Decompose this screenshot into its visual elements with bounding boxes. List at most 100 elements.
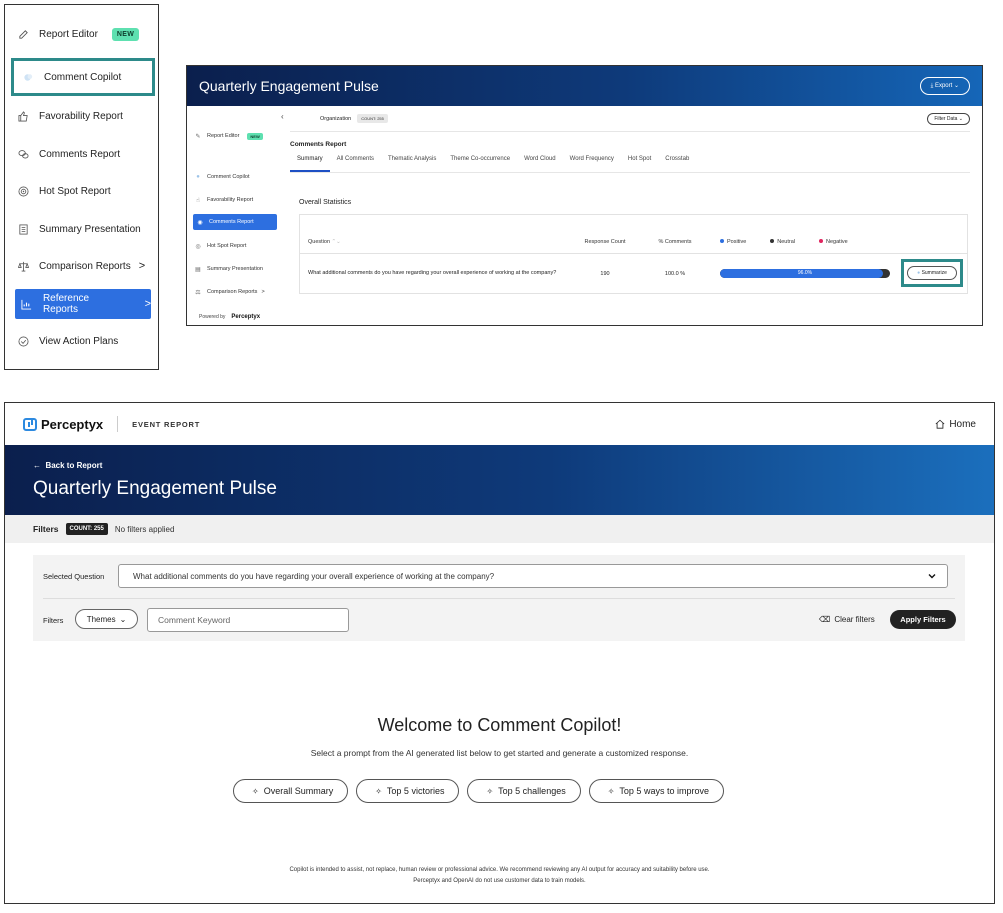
prompt-overall-summary[interactable]: ✧ Overall Summary bbox=[233, 779, 349, 803]
sidebar-item-report-editor[interactable]: ✎ Report Editor NEW bbox=[193, 128, 277, 144]
neutral-dot-icon bbox=[770, 239, 775, 243]
menu-item-comparison-reports[interactable]: Comparison Reports > bbox=[15, 251, 151, 281]
new-badge: NEW bbox=[247, 132, 263, 140]
sidebar-item-comparison-reports[interactable]: ⚖ Comparison Reports > bbox=[193, 284, 277, 300]
filters-label: Filters bbox=[43, 616, 64, 625]
table-row: What additional comments do you have reg… bbox=[300, 253, 967, 293]
applied-filters-bar: Filters COUNT: 255 No filters applied bbox=[5, 515, 994, 543]
themes-dropdown[interactable]: Themes ⌄ bbox=[75, 609, 138, 629]
summarize-button[interactable]: ● Summarize bbox=[907, 266, 957, 280]
positive-dot-icon bbox=[720, 239, 724, 243]
tab-word-frequency[interactable]: Word Frequency bbox=[563, 156, 621, 172]
document-icon bbox=[15, 224, 31, 235]
chevron-right-icon: > bbox=[138, 260, 146, 272]
column-response-count[interactable]: Response Count bbox=[570, 239, 640, 245]
back-to-report-link[interactable]: ← Back to Report bbox=[33, 461, 966, 470]
new-badge: NEW bbox=[111, 27, 140, 41]
clear-filters-button[interactable]: ⌫ Clear filters bbox=[819, 615, 875, 624]
thumbs-up-icon bbox=[15, 110, 31, 122]
menu-item-view-action-plans[interactable]: View Action Plans bbox=[15, 326, 151, 356]
legend-negative: Negative bbox=[819, 239, 848, 245]
count-badge: COUNT: 255 bbox=[357, 114, 388, 123]
perceptyx-logo-icon bbox=[23, 417, 37, 431]
menu-item-hot-spot-report[interactable]: Hot Spot Report bbox=[15, 176, 151, 206]
tab-summary[interactable]: Summary bbox=[290, 156, 330, 172]
filter-data-button[interactable]: Filter Data ⌄ bbox=[927, 112, 970, 125]
column-sentiment: Positive Neutral Negative bbox=[710, 239, 890, 245]
home-link[interactable]: Home bbox=[935, 419, 976, 430]
page-title: Quarterly Engagement Pulse bbox=[33, 478, 277, 499]
copilot-icon: ● bbox=[917, 270, 921, 276]
column-pct-comments[interactable]: % Comments bbox=[640, 239, 710, 245]
chat-bubbles-icon bbox=[15, 149, 31, 160]
ai-disclaimer: Copilot is intended to assist, not repla… bbox=[289, 867, 710, 884]
menu-item-comment-copilot[interactable]: Comment Copilot bbox=[11, 58, 155, 96]
sidebar-item-summary-presentation[interactable]: ▤ Summary Presentation bbox=[193, 261, 277, 277]
filter-panel: Selected Question What additional commen… bbox=[33, 555, 965, 641]
menu-item-comments-report[interactable]: Comments Report bbox=[15, 139, 151, 169]
menu-item-favorability-report[interactable]: Favorability Report bbox=[15, 101, 151, 131]
negative-dot-icon bbox=[819, 239, 823, 243]
collapse-sidebar-icon[interactable]: ‹ bbox=[281, 112, 284, 121]
comments-report-view: Quarterly Engagement Pulse ⤓ Export ⌄ ✎ … bbox=[186, 65, 983, 326]
summarize-highlight: ● Summarize bbox=[901, 259, 963, 287]
target-icon: ◎ bbox=[195, 243, 201, 250]
table-header: Question ⌃⌄ Response Count % Comments Po… bbox=[300, 215, 967, 253]
export-button[interactable]: ⤓ Export ⌄ bbox=[919, 77, 970, 95]
tab-theme-co-occurrence[interactable]: Theme Co-occurrence bbox=[443, 156, 517, 172]
sparkle-icon: ✧ bbox=[252, 786, 259, 796]
row-pct-comments: 100.0 % bbox=[664, 270, 686, 277]
row-question: What additional comments do you have reg… bbox=[308, 270, 557, 276]
edit-icon bbox=[15, 29, 31, 40]
sparkle-icon: ✧ bbox=[607, 786, 615, 796]
comment-copilot-page: Perceptyx EVENT REPORT Home ← Back to Re… bbox=[4, 402, 995, 904]
report-menu-panel: Report Editor NEW Comment Copilot Favora… bbox=[4, 4, 159, 370]
page-hero: ← Back to Report Quarterly Engagement Pu… bbox=[5, 445, 994, 515]
menu-item-report-editor[interactable]: Report Editor NEW bbox=[15, 19, 151, 49]
selected-question-dropdown[interactable]: What additional comments do you have reg… bbox=[118, 564, 948, 588]
sentiment-cell: 96.0% bbox=[710, 269, 890, 278]
thumbs-up-icon: ☝ bbox=[196, 197, 200, 204]
row-response-count: 190 bbox=[600, 270, 610, 277]
legend-positive: Positive bbox=[720, 239, 746, 245]
sparkle-icon: ✧ bbox=[375, 786, 382, 796]
prompt-top-5-victories[interactable]: ✧ Top 5 victories bbox=[356, 779, 460, 803]
comment-keyword-input[interactable] bbox=[147, 608, 349, 632]
sidebar-item-favorability-report[interactable]: ☝ Favorability Report bbox=[193, 192, 277, 208]
eraser-icon: ⌫ bbox=[819, 615, 831, 624]
home-icon bbox=[935, 419, 945, 429]
report-tabs: Summary All Comments Thematic Analysis T… bbox=[290, 156, 970, 173]
copilot-icon bbox=[20, 72, 36, 83]
sentiment-bar-label: 96.0% bbox=[797, 270, 813, 276]
divider bbox=[117, 416, 119, 432]
tab-crosstab[interactable]: Crosstab bbox=[658, 156, 696, 172]
target-icon bbox=[15, 186, 31, 197]
tab-thematic-analysis[interactable]: Thematic Analysis bbox=[381, 156, 443, 172]
no-filters-text: No filters applied bbox=[114, 524, 175, 534]
column-question[interactable]: Question ⌃⌄ bbox=[300, 239, 570, 245]
perceptyx-logo[interactable]: Perceptyx bbox=[23, 417, 103, 432]
sidebar-item-comment-copilot[interactable]: ● Comment Copilot bbox=[193, 169, 277, 185]
prompt-top-5-challenges[interactable]: ✧ Top 5 challenges bbox=[467, 779, 581, 803]
tab-hot-spot[interactable]: Hot Spot bbox=[621, 156, 658, 172]
event-report-label: EVENT REPORT bbox=[132, 419, 201, 429]
sentiment-bar: 96.0% bbox=[720, 269, 890, 278]
powered-by: Powered by Perceptyx bbox=[199, 314, 261, 320]
report-header: Quarterly Engagement Pulse ⤓ Export ⌄ bbox=[187, 66, 982, 106]
top-bar: Perceptyx EVENT REPORT Home bbox=[5, 403, 994, 445]
sidebar-item-hot-spot-report[interactable]: ◎ Hot Spot Report bbox=[193, 238, 277, 254]
perceptyx-logo: Perceptyx bbox=[231, 314, 261, 320]
prompt-top-5-ways-to-improve[interactable]: ✧ Top 5 ways to improve bbox=[588, 779, 724, 803]
document-icon: ▤ bbox=[195, 266, 201, 273]
menu-item-reference-reports[interactable]: Reference Reports > bbox=[15, 289, 151, 319]
menu-item-summary-presentation[interactable]: Summary Presentation bbox=[15, 214, 151, 244]
apply-filters-button[interactable]: Apply Filters bbox=[890, 610, 956, 629]
tab-all-comments[interactable]: All Comments bbox=[330, 156, 381, 172]
scales-icon bbox=[15, 261, 31, 272]
statistics-table: Question ⌃⌄ Response Count % Comments Po… bbox=[299, 214, 968, 294]
sidebar-item-comments-report[interactable]: ◉ Comments Report bbox=[193, 214, 277, 230]
report-main: Organization COUNT: 255 Filter Data ⌄ Co… bbox=[290, 106, 982, 325]
chevron-right-icon: > bbox=[261, 289, 265, 295]
tab-word-cloud[interactable]: Word Cloud bbox=[517, 156, 563, 172]
arrow-left-icon: ← bbox=[33, 461, 41, 470]
